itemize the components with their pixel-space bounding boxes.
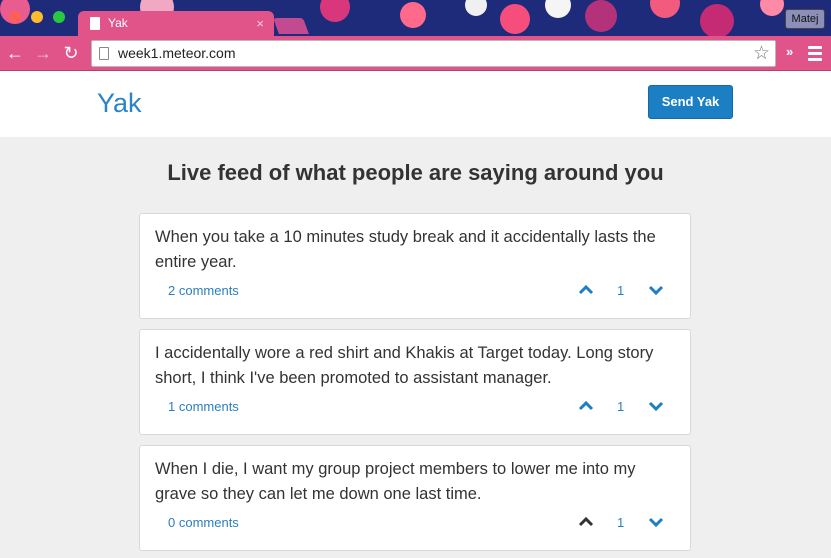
post-text: I accidentally wore a red shirt and Khak… xyxy=(155,344,654,387)
feed-title: Live feed of what people are saying arou… xyxy=(167,160,664,185)
back-icon[interactable]: ← xyxy=(4,42,26,64)
page-icon xyxy=(90,17,100,30)
maximize-window-button[interactable] xyxy=(53,11,65,23)
menu-icon[interactable] xyxy=(808,46,822,64)
theme-decoration xyxy=(500,4,530,34)
extensions-chevron-icon[interactable]: » xyxy=(786,44,793,59)
downvote-icon[interactable] xyxy=(647,397,665,415)
theme-decoration xyxy=(585,0,617,32)
app-header: Yak Send Yak xyxy=(0,71,831,137)
minimize-window-button[interactable] xyxy=(31,11,43,23)
star-icon[interactable]: ☆ xyxy=(753,41,770,66)
comments-link[interactable]: 1 comments xyxy=(168,399,239,414)
theme-decoration xyxy=(545,0,571,18)
upvote-icon[interactable] xyxy=(577,397,595,415)
upvote-icon[interactable] xyxy=(577,281,595,299)
browser-tab[interactable]: Yak × xyxy=(78,11,274,36)
send-yak-button[interactable]: Send Yak xyxy=(648,85,733,119)
vote-count: 1 xyxy=(617,283,625,298)
page-icon xyxy=(99,47,109,60)
post-text: When I die, I want my group project memb… xyxy=(155,460,636,503)
upvote-icon[interactable] xyxy=(577,513,595,531)
post-card: I accidentally wore a red shirt and Khak… xyxy=(139,329,691,435)
comments-link[interactable]: 0 comments xyxy=(168,515,239,530)
tab-close-icon[interactable]: × xyxy=(256,11,264,36)
forward-icon[interactable]: → xyxy=(32,42,54,64)
address-bar[interactable]: week1.meteor.com ☆ xyxy=(91,40,776,67)
browser-tabstrip: Yak × Matej xyxy=(0,0,831,36)
theme-decoration xyxy=(650,0,680,18)
new-tab-button[interactable] xyxy=(273,18,309,34)
reload-icon[interactable]: ↻ xyxy=(60,42,82,64)
comments-link[interactable]: 2 comments xyxy=(168,283,239,298)
post-card: When I die, I want my group project memb… xyxy=(139,445,691,551)
post-text: When you take a 10 minutes study break a… xyxy=(155,228,656,271)
theme-decoration xyxy=(400,2,426,28)
vote-count: 1 xyxy=(617,515,625,530)
tab-title: Yak xyxy=(108,16,128,30)
url-text[interactable]: week1.meteor.com xyxy=(118,41,236,66)
browser-toolbar: ← → ↻ week1.meteor.com ☆ » xyxy=(0,36,831,71)
profile-button[interactable]: Matej xyxy=(785,9,825,29)
brand-logo[interactable]: Yak xyxy=(97,88,142,119)
vote-count: 1 xyxy=(617,399,625,414)
close-window-button[interactable] xyxy=(9,11,21,23)
post-card: When you take a 10 minutes study break a… xyxy=(139,213,691,319)
theme-decoration xyxy=(465,0,487,16)
theme-decoration xyxy=(320,0,350,22)
downvote-icon[interactable] xyxy=(647,281,665,299)
downvote-icon[interactable] xyxy=(647,513,665,531)
theme-decoration xyxy=(760,0,784,16)
theme-decoration xyxy=(700,4,734,36)
